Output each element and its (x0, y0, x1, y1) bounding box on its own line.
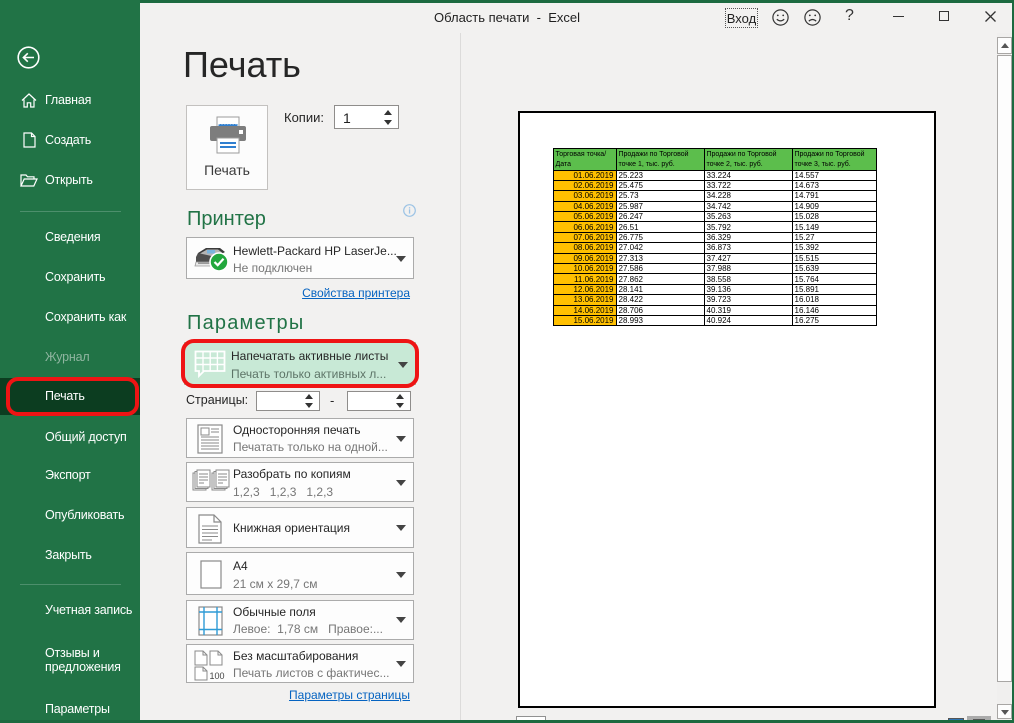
svg-text:100: 100 (210, 671, 225, 681)
